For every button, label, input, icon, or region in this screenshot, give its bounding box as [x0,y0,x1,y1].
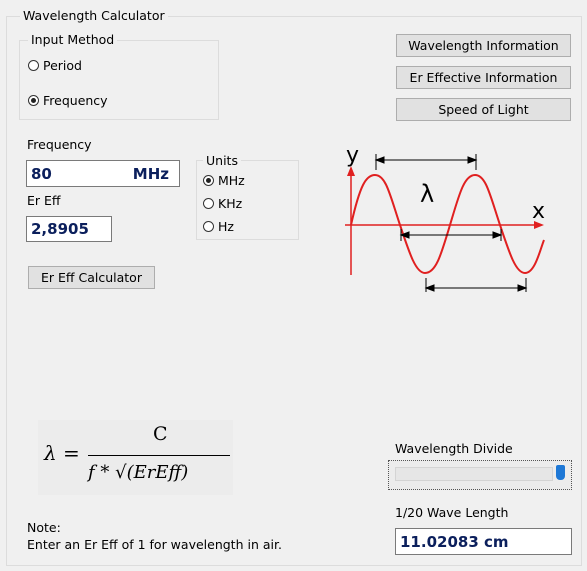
wavelength-diagram: y x λ [345,143,545,292]
result-value: 11.02083 cm [400,532,509,551]
speed-of-light-button[interactable]: Speed of Light [396,98,571,121]
input-method-title: Input Method [28,32,118,47]
note-text: Enter an Er Eff of 1 for wavelength in a… [27,537,282,552]
result-output[interactable]: 11.02083 cm [395,528,572,555]
radio-frequency-label: Frequency [43,93,108,108]
slider-track-inner [395,467,553,481]
result-label: 1/20 Wave Length [395,505,509,520]
radio-period-circle[interactable] [28,60,39,71]
radio-khz-label: KHz [218,196,243,211]
formula-fraction-bar [88,455,230,456]
frequency-value: 80 [31,164,52,183]
wavelength-divide-label: Wavelength Divide [395,441,513,456]
radio-mhz[interactable]: MHz [203,173,245,188]
wavelength-divide-slider[interactable] [388,460,572,490]
er-eff-input[interactable]: 2,8905 [26,216,112,242]
units-title: Units [203,153,241,168]
input-method-groupbox [19,40,219,120]
radio-frequency[interactable]: Frequency [28,93,108,108]
er-effective-information-button[interactable]: Er Effective Information [396,66,571,89]
lambda-label: λ [420,180,434,208]
radio-mhz-label: MHz [218,173,245,188]
radio-hz-circle[interactable] [203,221,214,232]
note-title: Note: [27,520,61,535]
radio-hz[interactable]: Hz [203,219,234,234]
er-eff-label: Er Eff [27,193,61,208]
frequency-unit: MHz [132,164,169,183]
frequency-label: Frequency [27,137,92,152]
wavelength-information-button[interactable]: Wavelength Information [396,34,571,57]
wavelength-formula: λ = C f * √(ErEff) [38,420,233,495]
radio-mhz-circle[interactable] [203,175,214,186]
radio-frequency-circle[interactable] [28,95,39,106]
frequency-input[interactable]: 80 MHz [26,160,180,187]
formula-lhs: λ = [44,441,80,465]
slider-thumb[interactable] [556,465,565,480]
er-eff-value: 2,8905 [31,220,89,238]
window-title: Wavelength Calculator [20,8,168,23]
sine-wave [350,173,545,275]
radio-period[interactable]: Period [28,58,82,73]
radio-period-label: Period [43,58,82,73]
er-eff-calculator-button[interactable]: Er Eff Calculator [28,266,155,289]
radio-khz-circle[interactable] [203,198,214,209]
formula-numerator: C [153,423,168,445]
radio-hz-label: Hz [218,219,234,234]
x-axis-label: x [532,199,545,224]
radio-khz[interactable]: KHz [203,196,242,211]
formula-denominator: f * √(ErEff) [88,462,189,483]
y-axis-label: y [346,143,359,168]
